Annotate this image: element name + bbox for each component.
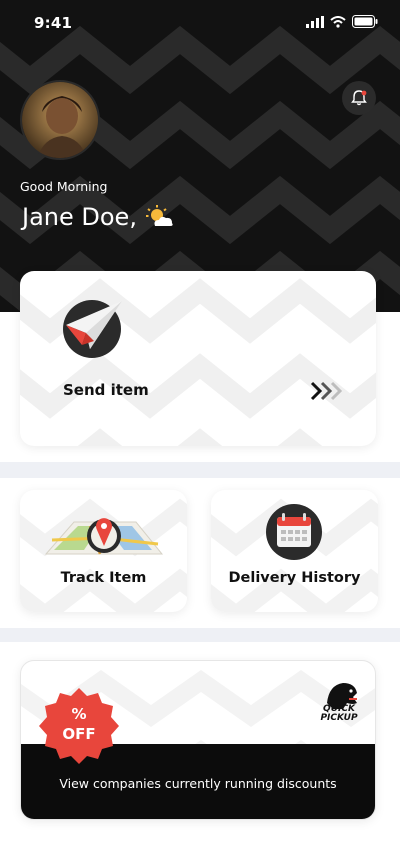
notification-button[interactable] bbox=[342, 81, 376, 115]
delivery-history-label: Delivery History bbox=[228, 570, 361, 586]
discount-badge-text: % OFF bbox=[62, 705, 96, 743]
section-divider bbox=[0, 462, 400, 478]
track-item-card[interactable]: Track Item bbox=[20, 490, 187, 612]
delivery-history-card[interactable]: Delivery History bbox=[211, 490, 378, 612]
battery-icon bbox=[352, 15, 378, 28]
user-name: Jane Doe, bbox=[22, 203, 137, 231]
status-time: 9:41 bbox=[34, 14, 73, 32]
quick-pickup-logo-text: QUICK PICKUP bbox=[320, 704, 358, 723]
avatar[interactable] bbox=[20, 80, 100, 160]
section-divider bbox=[0, 628, 400, 642]
greeting-text: Good Morning bbox=[20, 179, 108, 194]
wifi-icon bbox=[330, 15, 346, 28]
calendar-icon bbox=[266, 504, 322, 560]
track-item-label: Track Item bbox=[60, 570, 147, 586]
bell-icon bbox=[351, 90, 367, 106]
header: 9:41 Good Morning Jane Doe, bbox=[0, 0, 400, 312]
send-item-label: Send item bbox=[63, 381, 149, 399]
chevrons-right-icon bbox=[310, 381, 343, 401]
status-bar: 9:41 bbox=[0, 0, 400, 46]
partly-sunny-icon bbox=[145, 205, 173, 226]
discount-text[interactable]: View companies currently running discoun… bbox=[21, 776, 375, 791]
map-pin-icon bbox=[44, 518, 164, 555]
paper-plane-icon bbox=[63, 300, 122, 358]
user-name-row: Jane Doe, bbox=[22, 203, 175, 231]
status-icons bbox=[306, 15, 378, 28]
signal-icon bbox=[306, 15, 324, 28]
discount-banner[interactable]: View companies currently running discoun… bbox=[20, 660, 376, 820]
send-item-card[interactable]: Send item bbox=[20, 271, 376, 446]
